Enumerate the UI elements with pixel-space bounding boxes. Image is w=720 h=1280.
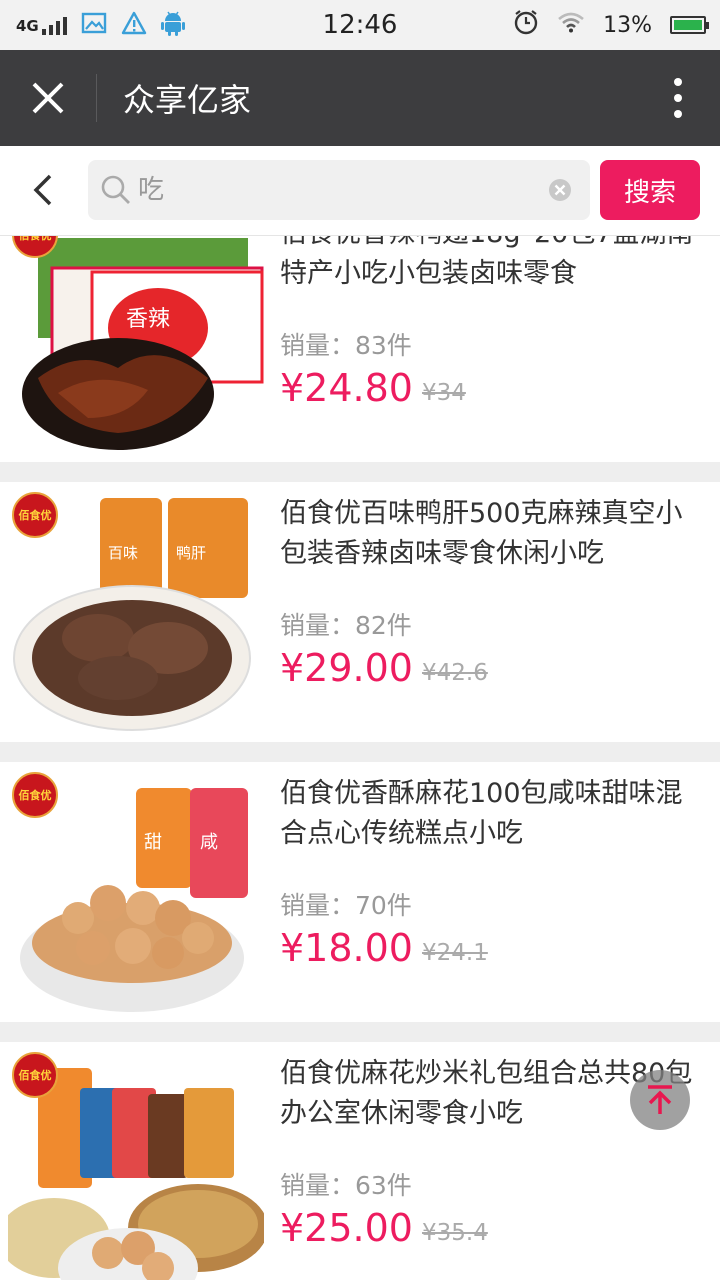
product-title: 佰食优香辣鸭翅18g*20包7盒湖南特产小吃小包装卤味零食 xyxy=(280,236,694,289)
svg-text:甜: 甜 xyxy=(144,832,162,853)
svg-text:鸭肝: 鸭肝 xyxy=(176,544,206,562)
warning-icon xyxy=(121,11,147,39)
product-price: ¥18.00 xyxy=(280,926,413,970)
product-price: ¥24.80 xyxy=(280,366,413,410)
back-button[interactable] xyxy=(24,170,64,210)
product-image: 甜 咸 佰食优 xyxy=(8,768,264,1014)
search-bar: 吃 搜索 xyxy=(0,146,720,236)
product-card[interactable]: 香辣 佰食优 佰食优香辣鸭翅18g*20包7盒湖南特产小吃小包装卤味零食 销量：… xyxy=(0,236,720,462)
search-button[interactable]: 搜索 xyxy=(600,160,700,220)
product-sales: 销量：70件 xyxy=(280,891,412,920)
product-original-price: ¥35.4 xyxy=(422,1220,488,1246)
more-icon[interactable] xyxy=(666,78,690,118)
battery-icon xyxy=(670,16,709,34)
svg-text:咸: 咸 xyxy=(200,832,218,853)
product-card[interactable]: 佰食优 佰食优麻花炒米礼包组合总共80包办公室休闲零食小吃 销量：63件 ¥25… xyxy=(0,1042,720,1280)
brand-badge: 佰食优 xyxy=(12,1052,58,1098)
network-type: 4G xyxy=(16,17,39,35)
title-bar: 众享亿家 xyxy=(0,50,720,146)
product-title: 佰食优百味鸭肝500克麻辣真空小包装香辣卤味零食休闲小吃 xyxy=(280,498,683,569)
search-input[interactable]: 吃 xyxy=(138,160,538,220)
clear-icon[interactable] xyxy=(548,178,572,202)
wifi-icon xyxy=(557,11,585,39)
divider xyxy=(96,74,97,122)
product-price: ¥25.00 xyxy=(280,1206,413,1250)
brand-badge: 佰食优 xyxy=(12,492,58,538)
product-card[interactable]: 百味 鸭肝 佰食优 佰食优百味鸭肝500克麻辣真空小包装香辣卤味零食休闲小吃 销… xyxy=(0,482,720,742)
back-arrow-icon xyxy=(33,174,52,206)
battery-percent: 13% xyxy=(603,12,652,38)
product-sales: 销量：63件 xyxy=(280,1171,412,1200)
image-notification-icon xyxy=(81,11,107,39)
search-icon xyxy=(101,175,130,204)
product-card[interactable]: 甜 咸 佰食优 佰食优香酥麻花100包咸味甜味混合点心传统糕点小吃 销量：70件… xyxy=(0,762,720,1022)
search-box[interactable]: 吃 xyxy=(88,160,590,220)
status-bar: 4G 12:46 13% xyxy=(0,0,720,50)
product-title: 佰食优香酥麻花100包咸味甜味混合点心传统糕点小吃 xyxy=(280,778,683,849)
product-image: 佰食优 xyxy=(8,1048,264,1280)
svg-text:百味: 百味 xyxy=(108,544,138,562)
product-original-price: ¥24.1 xyxy=(422,940,488,966)
brand-badge: 佰食优 xyxy=(12,772,58,818)
product-original-price: ¥42.6 xyxy=(422,660,488,686)
android-icon xyxy=(160,10,185,40)
page-title: 众享亿家 xyxy=(123,81,252,119)
signal-icon: 4G xyxy=(16,15,67,35)
back-to-top-button[interactable] xyxy=(630,1070,690,1130)
product-original-price: ¥34 xyxy=(422,380,466,406)
alarm-icon xyxy=(513,9,539,41)
product-image: 百味 鸭肝 佰食优 xyxy=(8,488,264,734)
close-button[interactable] xyxy=(0,50,96,146)
product-image: 香辣 佰食优 xyxy=(8,236,264,454)
close-icon xyxy=(32,82,64,114)
product-price: ¥29.00 xyxy=(280,646,413,690)
product-list: 香辣 佰食优 佰食优香辣鸭翅18g*20包7盒湖南特产小吃小包装卤味零食 销量：… xyxy=(0,236,720,1280)
svg-text:香辣: 香辣 xyxy=(126,307,170,332)
product-sales: 销量：82件 xyxy=(280,611,412,640)
product-sales: 销量：83件 xyxy=(280,331,412,360)
arrow-up-icon xyxy=(648,1085,672,1114)
